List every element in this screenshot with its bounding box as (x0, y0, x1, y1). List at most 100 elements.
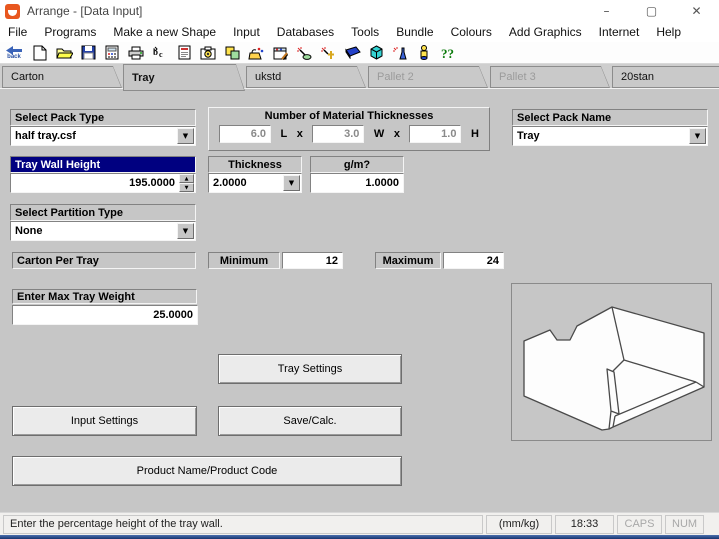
spinner: ▲ ▼ (179, 174, 194, 192)
wand-bottle-icon[interactable] (391, 43, 409, 63)
partition-type-value: None (11, 225, 177, 237)
maximize-button[interactable]: ▢ (629, 0, 674, 22)
gsm-field[interactable]: 1.0000 (310, 173, 404, 193)
menu-tools[interactable]: Tools (351, 25, 379, 39)
maximum-label: Maximum (375, 252, 441, 269)
tray-wall-height-label: Tray Wall Height (10, 156, 196, 173)
tab-tray[interactable]: Tray (123, 64, 245, 91)
menu-make-a-new-shape[interactable]: Make a new Shape (113, 25, 216, 39)
spin-up-icon[interactable]: ▲ (179, 174, 194, 183)
box-3d-icon[interactable] (367, 43, 385, 63)
fill-color-icon[interactable] (247, 43, 265, 63)
minimum-field[interactable]: 12 (282, 252, 343, 269)
pack-name-combobox[interactable]: Tray ▼ (512, 126, 708, 146)
open-folder-icon[interactable] (55, 43, 73, 63)
select-partition-type-label: Select Partition Type (10, 204, 196, 221)
print-icon[interactable] (127, 43, 145, 63)
tray-wall-height-value: 195.0000 (129, 177, 175, 189)
tray-settings-button[interactable]: Tray Settings (218, 354, 402, 384)
product-name-code-button[interactable]: Product Name/Product Code (12, 456, 402, 486)
menu-databases[interactable]: Databases (277, 25, 334, 39)
window-title: Arrange - [Data Input] (27, 4, 142, 18)
toolbar: back bc (0, 42, 719, 64)
menu-file[interactable]: File (8, 25, 27, 39)
pack-type-combobox[interactable]: half tray.csf ▼ (10, 126, 196, 146)
title-bar: Arrange - [Data Input] – ▢ ✕ (0, 0, 719, 22)
partition-type-combobox[interactable]: None ▼ (10, 221, 196, 241)
copy-shapes-icon[interactable] (223, 43, 241, 63)
svg-text:??: ?? (441, 46, 454, 60)
chevron-down-icon[interactable]: ▼ (177, 128, 194, 144)
tab-carton[interactable]: Carton (2, 66, 122, 88)
menu-programs[interactable]: Programs (44, 25, 96, 39)
thickness-label: Thickness (208, 156, 302, 173)
input-settings-button[interactable]: Input Settings (12, 406, 197, 436)
material-thicknesses-panel: Number of Material Thicknesses 6.0 L x 3… (208, 107, 490, 151)
tab-20stan[interactable]: 20stan (612, 66, 719, 88)
width-label: W (374, 128, 384, 140)
svg-text:b: b (153, 47, 158, 57)
chevron-down-icon[interactable]: ▼ (177, 223, 194, 239)
material-length-field[interactable]: 6.0 (219, 125, 271, 143)
save-calc-button[interactable]: Save/Calc. (218, 406, 402, 436)
select-pack-name-label: Select Pack Name (512, 109, 708, 126)
times-label-2: x (394, 128, 400, 140)
max-tray-weight-field[interactable]: 25.0000 (12, 305, 198, 325)
wand-shape-icon[interactable] (295, 43, 313, 63)
gsm-label: g/m? (310, 156, 404, 173)
height-label: H (471, 128, 479, 140)
menu-help[interactable]: Help (656, 25, 681, 39)
select-pack-type-label: Select Pack Type (10, 109, 196, 126)
spin-down-icon[interactable]: ▼ (179, 183, 194, 192)
taskbar-edge (0, 535, 719, 539)
menu-bar: File Programs Make a new Shape Input Dat… (0, 22, 719, 42)
status-time: 18:33 (555, 515, 614, 534)
material-width-field[interactable]: 3.0 (312, 125, 364, 143)
status-message: Enter the percentage height of the tray … (3, 515, 483, 534)
tray-wall-height-spinedit[interactable]: 195.0000 ▲ ▼ (10, 173, 196, 193)
new-document-icon[interactable] (31, 43, 49, 63)
menu-colours[interactable]: Colours (451, 25, 492, 39)
minimize-button[interactable]: – (584, 0, 629, 22)
app-window: Arrange - [Data Input] – ▢ ✕ File Progra… (0, 0, 719, 539)
menu-input[interactable]: Input (233, 25, 260, 39)
camera-icon[interactable] (199, 43, 217, 63)
tab-pallet-2[interactable]: Pallet 2 (368, 66, 488, 88)
maximum-field[interactable]: 24 (443, 252, 504, 269)
times-label-1: x (297, 128, 303, 140)
person-icon[interactable] (415, 43, 433, 63)
data-input-page: Select Pack Type half tray.csf ▼ Number … (0, 88, 719, 512)
pack-name-value: Tray (513, 130, 689, 142)
chevron-down-icon[interactable]: ▼ (283, 175, 300, 191)
menu-internet[interactable]: Internet (599, 25, 640, 39)
tab-strip: Carton ukstd Pallet 2 Pallet 3 20stan Tr… (0, 64, 719, 88)
tab-ukstd[interactable]: ukstd (246, 66, 366, 88)
status-caps-indicator: CAPS (617, 515, 662, 534)
report-icon[interactable] (175, 43, 193, 63)
thickness-combobox[interactable]: 2.0000 ▼ (208, 173, 302, 193)
save-icon[interactable] (79, 43, 97, 63)
wand-gold-icon[interactable] (319, 43, 337, 63)
material-thicknesses-title: Number of Material Thicknesses (209, 108, 489, 122)
menu-bundle[interactable]: Bundle (396, 25, 433, 39)
max-tray-weight-label: Enter Max Tray Weight (12, 289, 197, 304)
menu-add-graphics[interactable]: Add Graphics (509, 25, 582, 39)
chevron-down-icon[interactable]: ▼ (689, 128, 706, 144)
tray-preview (511, 283, 712, 441)
help-icon[interactable]: ?? (439, 43, 463, 63)
calculator-icon[interactable] (103, 43, 121, 63)
carton-per-tray-label: Carton Per Tray (12, 252, 196, 269)
thickness-value: 2.0000 (209, 177, 283, 189)
tab-pallet-3[interactable]: Pallet 3 (490, 66, 610, 88)
spellcheck-icon[interactable]: bc (151, 43, 169, 63)
status-units: (mm/kg) (486, 515, 552, 534)
properties-icon[interactable] (271, 43, 289, 63)
app-icon (5, 4, 20, 19)
length-label: L (281, 128, 288, 140)
close-button[interactable]: ✕ (674, 0, 719, 22)
svg-text:c: c (159, 50, 163, 59)
notebook-icon[interactable] (343, 43, 361, 63)
back-icon[interactable]: back (3, 43, 25, 63)
material-height-field[interactable]: 1.0 (409, 125, 461, 143)
tray-3d-drawing (512, 284, 711, 440)
